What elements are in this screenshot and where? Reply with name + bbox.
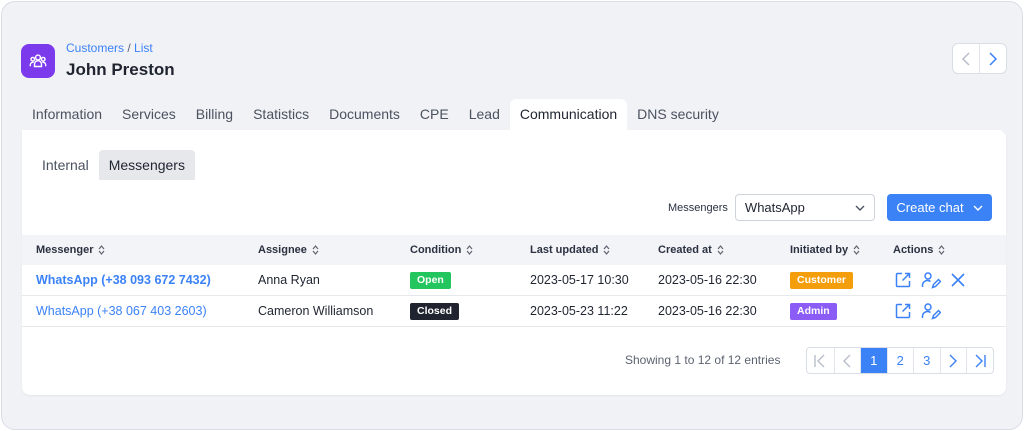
assign-user-icon[interactable]	[921, 302, 941, 320]
column-condition[interactable]: Condition	[410, 244, 473, 256]
table-header: Messenger Assignee Condition Last update…	[22, 235, 1006, 265]
close-chat-icon[interactable]	[950, 272, 966, 288]
table-row: WhatsApp (+38 067 403 2603) Cameron Will…	[22, 296, 1006, 327]
tab-communication[interactable]: Communication	[509, 99, 628, 130]
breadcrumb-customers[interactable]: Customers	[66, 41, 124, 55]
breadcrumb-list[interactable]: List	[134, 41, 153, 55]
column-actions[interactable]: Actions	[893, 244, 945, 256]
page-2-button[interactable]: 2	[886, 348, 914, 373]
tab-dns-security[interactable]: DNS security	[627, 99, 729, 130]
messenger-select-value: WhatsApp	[744, 200, 805, 215]
assign-user-icon[interactable]	[921, 271, 941, 289]
chats-table: Messenger Assignee Condition Last update…	[22, 235, 1006, 327]
messenger-filter-label: Messengers	[668, 201, 728, 214]
chevron-left-icon	[843, 354, 851, 367]
initiated-by-badge: Admin	[790, 302, 837, 320]
last-page-button[interactable]	[966, 348, 993, 373]
sort-icon	[99, 245, 105, 255]
tab-statistics[interactable]: Statistics	[243, 99, 319, 130]
created-at-cell: 2023-05-16 22:30	[658, 304, 757, 318]
page-3-button[interactable]: 3	[913, 348, 940, 373]
sort-icon	[717, 245, 724, 255]
chevron-left-icon	[961, 51, 970, 66]
chevron-right-icon	[989, 51, 998, 66]
next-page-button[interactable]	[939, 348, 967, 373]
initiated-by-badge: Customer	[790, 271, 854, 289]
last-updated-cell: 2023-05-17 10:30	[530, 273, 629, 287]
messenger-link[interactable]: WhatsApp (+38 093 672 7432)	[36, 273, 211, 287]
tab-documents[interactable]: Documents	[319, 99, 410, 130]
tab-lead[interactable]: Lead	[459, 99, 510, 130]
previous-page-button[interactable]	[833, 348, 861, 373]
last-updated-cell: 2023-05-23 11:22	[530, 304, 628, 318]
assignee-cell: Cameron Williamson	[258, 304, 374, 318]
sort-icon	[312, 245, 319, 255]
app-window: Customers / List John Preston Informatio…	[1, 1, 1023, 430]
previous-record-button[interactable]	[953, 44, 979, 73]
page-title: John Preston	[66, 60, 175, 79]
sort-icon	[466, 245, 473, 255]
breadcrumb: Customers / List	[66, 41, 175, 56]
messenger-select[interactable]: WhatsApp	[734, 194, 875, 221]
column-initiated-by[interactable]: Initiated by	[790, 244, 860, 256]
chevron-right-icon	[949, 354, 958, 367]
column-messenger[interactable]: Messenger	[36, 244, 105, 256]
first-page-button[interactable]	[807, 348, 834, 373]
assignee-cell: Anna Ryan	[258, 273, 320, 287]
open-external-icon[interactable]	[894, 271, 912, 289]
last-page-icon	[975, 354, 986, 367]
sort-icon	[603, 245, 610, 255]
entries-info: Showing 1 to 12 of 12 entries	[625, 353, 781, 367]
subtab-internal[interactable]: Internal	[32, 150, 99, 180]
first-page-icon	[814, 354, 825, 367]
sort-icon	[853, 245, 860, 255]
chevron-down-icon	[855, 205, 865, 211]
column-created-at[interactable]: Created at	[658, 244, 724, 256]
breadcrumb-separator: /	[127, 41, 131, 55]
page-1-button[interactable]: 1	[860, 348, 887, 373]
row-actions	[894, 271, 966, 289]
page-header: Customers / List John Preston	[21, 41, 175, 80]
table-row: WhatsApp (+38 093 672 7432) Anna Ryan Op…	[22, 265, 1006, 296]
column-last-updated[interactable]: Last updated	[530, 244, 610, 256]
create-chat-label: Create chat	[896, 200, 964, 215]
tab-services[interactable]: Services	[112, 99, 186, 130]
sub-tabs: Internal Messengers	[32, 150, 195, 180]
customers-icon	[21, 43, 55, 78]
subtab-messengers[interactable]: Messengers	[98, 150, 195, 180]
main-tabs: Information Services Billing Statistics …	[22, 99, 729, 130]
open-external-icon[interactable]	[894, 302, 912, 320]
next-record-button[interactable]	[979, 44, 1006, 73]
sort-icon	[938, 245, 945, 255]
column-assignee[interactable]: Assignee	[258, 244, 319, 256]
condition-badge: Open	[410, 271, 451, 289]
tab-billing[interactable]: Billing	[186, 99, 243, 130]
chevron-down-icon	[973, 205, 983, 211]
row-actions	[894, 302, 941, 320]
tab-information[interactable]: Information	[22, 99, 112, 130]
messenger-link[interactable]: WhatsApp (+38 067 403 2603)	[36, 304, 207, 318]
create-chat-button[interactable]: Create chat	[887, 194, 992, 221]
record-navigation	[952, 43, 1007, 74]
messenger-filter: Messengers WhatsApp	[668, 194, 875, 221]
tab-cpe[interactable]: CPE	[410, 99, 459, 130]
condition-badge: Closed	[410, 302, 460, 320]
pagination: 1 2 3	[806, 347, 994, 374]
communication-panel: Internal Messengers Messengers WhatsApp …	[22, 130, 1006, 395]
created-at-cell: 2023-05-16 22:30	[658, 273, 757, 287]
